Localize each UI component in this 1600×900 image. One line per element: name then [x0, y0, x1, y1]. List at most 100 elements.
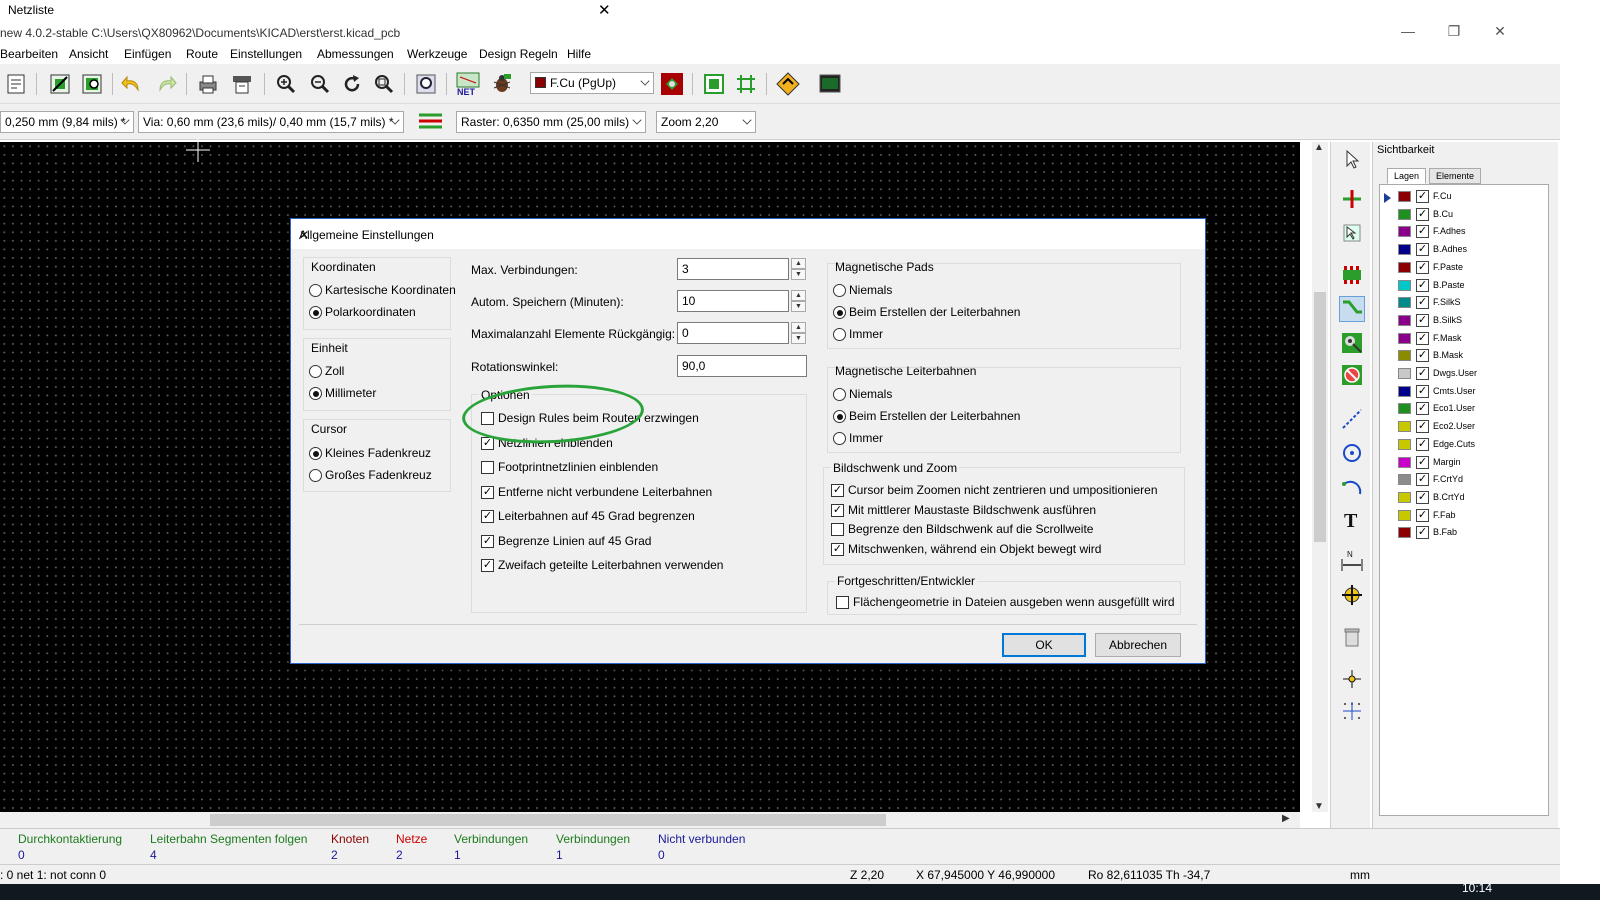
radio-pads-beim-erstellen[interactable]: Beim Erstellen der Leiterbahnen: [833, 305, 1020, 321]
layer-visible-checkbox[interactable]: ✓: [1416, 508, 1429, 522]
layer-visible-checkbox[interactable]: ✓: [1416, 278, 1429, 292]
local-ratsnest-icon[interactable]: [1339, 220, 1365, 246]
library-browser-icon[interactable]: [80, 72, 104, 96]
autoplace-icon[interactable]: [702, 72, 726, 96]
layer-color-swatch[interactable]: [1398, 297, 1411, 309]
spin-max-undo[interactable]: ▲ ▼: [791, 322, 806, 344]
radio-polar[interactable]: Polarkoordinaten: [309, 305, 416, 321]
layer-visible-checkbox[interactable]: ✓: [1416, 243, 1429, 257]
redo-icon[interactable]: [154, 72, 178, 96]
radio-grosses-fadenkreuz[interactable]: Großes Fadenkreuz: [309, 468, 432, 484]
find-icon[interactable]: [414, 72, 438, 96]
graphic-line-icon[interactable]: [1339, 406, 1365, 432]
option-checkbox[interactable]: ✓ Zweifach geteilte Leiterbahnen verwende…: [481, 558, 723, 574]
netlist-icon[interactable]: NET: [456, 72, 480, 96]
radio-kleines-fadenkreuz[interactable]: Kleines Fadenkreuz: [309, 446, 431, 462]
ok-button[interactable]: OK: [1002, 633, 1086, 657]
layer-row[interactable]: ✓ B.Fab: [1380, 525, 1548, 541]
autoroute-icon[interactable]: [776, 72, 800, 96]
vertical-scroll-thumb[interactable]: [1314, 292, 1326, 542]
plot-icon[interactable]: [230, 72, 254, 96]
option-checkbox[interactable]: ✓ Leiterbahnen auf 45 Grad begrenzen: [481, 509, 695, 525]
layer-color-swatch[interactable]: [1398, 456, 1411, 468]
layer-row[interactable]: ✓ F.Mask: [1380, 331, 1548, 347]
layer-visible-checkbox[interactable]: ✓: [1416, 349, 1429, 363]
pan-zoom-checkbox[interactable]: ✓ Mitschwenken, während ein Objekt bewegt…: [831, 542, 1101, 558]
layer-color-swatch[interactable]: [1398, 191, 1411, 202]
input-max-verbindungen[interactable]: 3: [677, 258, 789, 280]
layer-color-swatch[interactable]: [1398, 332, 1411, 344]
layer-visible-checkbox[interactable]: ✓: [1416, 296, 1429, 310]
scroll-right-arrow-icon[interactable]: ▶: [1282, 813, 1290, 824]
layer-visible-checkbox[interactable]: ✓: [1416, 526, 1429, 540]
menu-einfuegen[interactable]: Einfügen: [124, 47, 171, 61]
layer-row[interactable]: ✓ Eco2.User: [1380, 419, 1548, 435]
layer-visible-checkbox[interactable]: ✓: [1416, 225, 1429, 239]
zoom-out-icon[interactable]: [308, 72, 332, 96]
input-rotationswinkel[interactable]: 90,0: [677, 355, 807, 377]
layer-color-swatch[interactable]: [1398, 279, 1411, 291]
radio-tracks-immer[interactable]: Immer: [833, 431, 883, 447]
layer-color-swatch[interactable]: [1398, 509, 1411, 521]
layer-color-swatch[interactable]: [1398, 491, 1411, 503]
layer-color-swatch[interactable]: [1398, 403, 1411, 415]
layer-visible-checkbox[interactable]: ✓: [1416, 473, 1429, 487]
library-editor-icon[interactable]: [48, 72, 72, 96]
drc-icon[interactable]: [490, 72, 514, 96]
layer-row[interactable]: ✓ B.Mask: [1380, 348, 1548, 364]
layer-row[interactable]: ✓ F.Cu: [1380, 189, 1548, 205]
layer-row[interactable]: ✓ B.CrtYd: [1380, 490, 1548, 506]
zoom-fit-icon[interactable]: [372, 72, 396, 96]
layer-row[interactable]: ✓ F.Paste: [1380, 260, 1548, 276]
layer-row[interactable]: ✓ Edge.Cuts: [1380, 437, 1548, 453]
layer-row[interactable]: ✓ F.SilkS: [1380, 295, 1548, 311]
menu-bearbeiten[interactable]: Bearbeiten: [0, 47, 58, 61]
spin-autom-speichern[interactable]: ▲ ▼: [791, 290, 806, 312]
target-icon[interactable]: [1339, 582, 1365, 608]
dialog-close-button[interactable]: ✕: [299, 228, 1195, 242]
layer-visible-checkbox[interactable]: ✓: [1416, 190, 1429, 203]
grid-origin-icon[interactable]: [1339, 698, 1365, 724]
keepout-icon[interactable]: [1339, 362, 1365, 388]
layer-color-swatch[interactable]: [1398, 350, 1411, 362]
layer-visible-checkbox[interactable]: ✓: [1416, 367, 1429, 380]
layer-color-swatch[interactable]: [1398, 474, 1411, 486]
layer-color-swatch[interactable]: [1398, 226, 1411, 238]
print-icon[interactable]: [196, 72, 220, 96]
pan-zoom-checkbox[interactable]: Begrenze den Bildschwenk auf die Scrollw…: [831, 522, 1093, 538]
add-footprint-icon[interactable]: [1339, 262, 1365, 288]
undo-icon[interactable]: [120, 72, 144, 96]
input-autom-speichern[interactable]: 10: [677, 290, 789, 312]
layer-row[interactable]: ✓ Eco1.User: [1380, 401, 1548, 417]
layer-row[interactable]: ✓ Cmts.User: [1380, 384, 1548, 400]
radio-pads-immer[interactable]: Immer: [833, 327, 883, 343]
track-width-select[interactable]: 0,250 mm (9,84 mils) *: [0, 111, 134, 133]
layer-row[interactable]: ✓ Dwgs.User: [1380, 366, 1548, 382]
menu-design-regeln[interactable]: Design Regeln: [479, 47, 558, 61]
menu-route[interactable]: Route: [186, 47, 218, 61]
arc-icon[interactable]: [1339, 474, 1365, 500]
layer-color-swatch[interactable]: [1398, 261, 1411, 273]
layer-color-swatch[interactable]: [1398, 208, 1411, 220]
layer-row[interactable]: ✓ F.CrtYd: [1380, 472, 1548, 488]
circle-icon[interactable]: [1339, 440, 1365, 466]
pan-zoom-checkbox[interactable]: ✓ Mit mittlerer Maustaste Bildschwenk aus…: [831, 503, 1096, 519]
grid-icon[interactable]: [734, 72, 758, 96]
menu-ansicht[interactable]: Ansicht: [69, 47, 108, 61]
layer-color-swatch[interactable]: [1398, 438, 1411, 450]
layer-visible-checkbox[interactable]: ✓: [1416, 490, 1429, 504]
close-window-button[interactable]: ✕: [1488, 23, 1512, 41]
layer-visible-checkbox[interactable]: ✓: [1416, 384, 1429, 398]
dimension-icon[interactable]: N: [1339, 548, 1365, 574]
layer-pair-icon[interactable]: [660, 72, 684, 96]
layer-visible-checkbox[interactable]: ✓: [1416, 260, 1429, 274]
layer-row[interactable]: ✓ F.Fab: [1380, 508, 1548, 524]
select-arrow-icon[interactable]: [1339, 146, 1365, 172]
zoom-select[interactable]: Zoom 2,20: [656, 111, 756, 133]
option-checkbox[interactable]: ✓ Begrenze Linien auf 45 Grad: [481, 534, 651, 550]
layer-visible-checkbox[interactable]: ✓: [1416, 313, 1429, 327]
menu-abmessungen[interactable]: Abmessungen: [317, 47, 394, 61]
layer-color-swatch[interactable]: [1398, 314, 1411, 326]
layer-row[interactable]: ✓ B.Adhes: [1380, 242, 1548, 258]
page-settings-icon[interactable]: [4, 72, 28, 96]
